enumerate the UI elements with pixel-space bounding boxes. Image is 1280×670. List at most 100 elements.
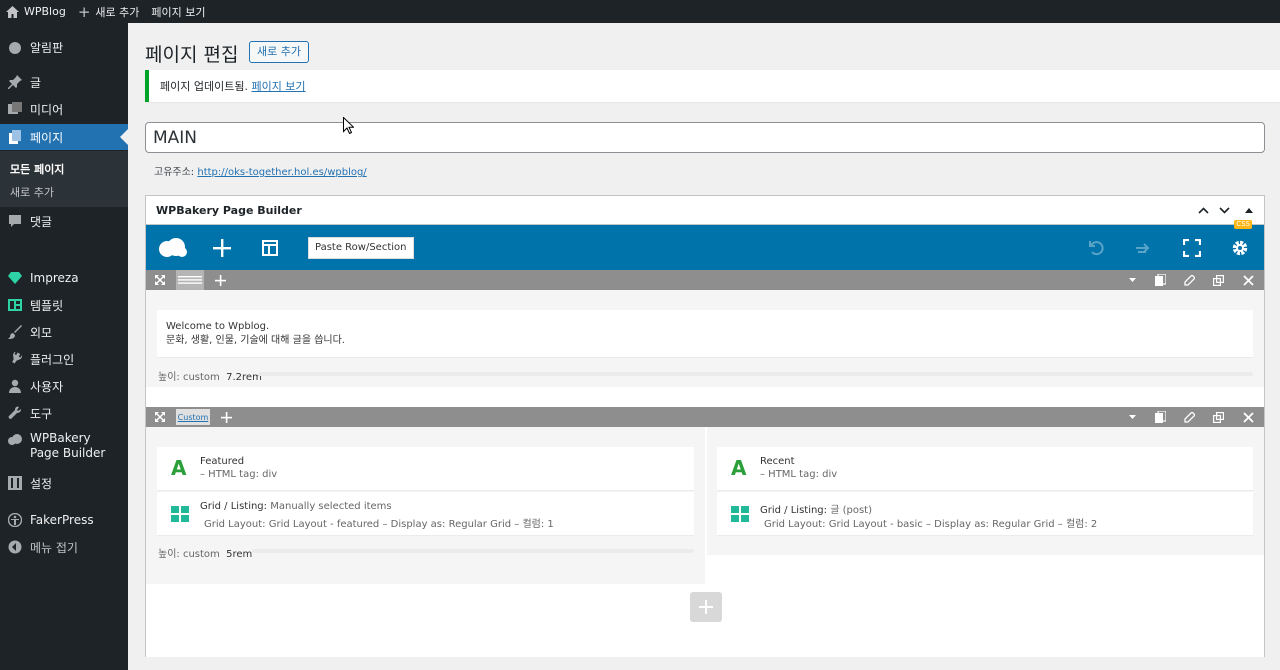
- permalink-url[interactable]: http://oks-together.hol.es/wpblog/: [197, 167, 366, 178]
- recent-heading-element[interactable]: A Recent – HTML tag: div: [717, 447, 1253, 491]
- undo-icon[interactable]: [1084, 225, 1108, 270]
- recent-grid-element[interactable]: Grid / Listing: 글 (post) Grid Layout: Gr…: [717, 492, 1253, 536]
- page-settings-gear-icon[interactable]: CSS: [1228, 220, 1252, 270]
- wpbakery-navbar: Paste Row/Section CSS: [146, 220, 1264, 270]
- row2-height-label: 높이: custom 5rem: [158, 545, 252, 560]
- sidebar-label: 템플릿: [30, 298, 64, 313]
- sidebar-item-wpbakery[interactable]: WPBakery Page Builder: [0, 431, 128, 465]
- heading-a-icon: A: [171, 456, 187, 480]
- sidebar-label: 메뉴 접기: [30, 540, 78, 555]
- sidebar-collapse-menu[interactable]: 메뉴 접기: [0, 534, 128, 560]
- page-title-input[interactable]: [145, 122, 1265, 153]
- row-delete-icon[interactable]: [1240, 270, 1256, 290]
- view-page-link[interactable]: 페이지 보기: [145, 0, 211, 23]
- add-element-icon[interactable]: [210, 225, 234, 270]
- sidebar-label: FakerPress: [30, 513, 94, 527]
- row-duplicate-icon[interactable]: [1210, 407, 1226, 427]
- grid-sub: Grid Layout: Grid Layout - featured – Di…: [204, 519, 554, 530]
- permalink-label: 고유주소:: [154, 167, 195, 178]
- sidebar-item-posts[interactable]: 글: [0, 69, 128, 95]
- sidebar-label: 설정: [30, 476, 53, 491]
- sidebar-label: 댓글: [30, 214, 53, 229]
- paste-row-section-button[interactable]: Paste Row/Section: [308, 237, 414, 259]
- admin-sidebar: 알림판 글 미디어 페이지 모든 페이지 새로 추가 댓글 Impreza 템플…: [0, 23, 128, 670]
- plus-icon: +: [77, 2, 91, 21]
- row-move-icon[interactable]: [152, 270, 168, 290]
- height-value-text: 7.2rem: [226, 372, 262, 383]
- dashboard-icon: [8, 40, 22, 54]
- submenu-all-pages[interactable]: 모든 페이지: [10, 161, 64, 177]
- plus-icon: [699, 600, 713, 614]
- sidebar-item-impreza[interactable]: Impreza: [0, 265, 128, 291]
- heading-title: Recent: [760, 456, 795, 467]
- sidebar-item-plugins[interactable]: 플러그인: [0, 346, 128, 372]
- site-name-link[interactable]: WPBlog: [0, 0, 72, 23]
- heading-sub: – HTML tag: div: [760, 469, 838, 480]
- row-add-column-icon[interactable]: [218, 407, 234, 427]
- row-edit-pencil-icon[interactable]: [1181, 270, 1197, 290]
- sidebar-item-fakerpress[interactable]: FakerPress: [0, 507, 128, 533]
- row-controls: Custom: [146, 407, 1264, 427]
- sidebar-item-users[interactable]: 사용자: [0, 373, 128, 399]
- sidebar-item-comments[interactable]: 댓글: [0, 208, 128, 234]
- toggle-panel-icon[interactable]: [1241, 202, 1257, 218]
- redo-icon[interactable]: [1131, 225, 1155, 270]
- row2-height-bar: [252, 549, 694, 553]
- add-new-page-button[interactable]: 새로 추가: [249, 41, 309, 63]
- row1-height-label: 높이: custom 7.2rem: [158, 368, 262, 383]
- templates-icon[interactable]: [258, 225, 282, 270]
- row-toggle-icon[interactable]: [1124, 407, 1140, 427]
- accessibility-icon: [8, 513, 22, 527]
- builder-row-2: Custom A Featured – HTML tag: div Grid /…: [146, 407, 1264, 587]
- text-block-element[interactable]: Welcome to Wpblog. 문화, 생활, 인물, 기술에 대해 글을…: [157, 310, 1253, 358]
- sidebar-item-appearance[interactable]: 외모: [0, 319, 128, 345]
- grid-listing-icon: [731, 506, 749, 522]
- settings-icon: [8, 476, 22, 490]
- pin-icon: [8, 75, 22, 89]
- builder-row-1: Welcome to Wpblog. 문화, 생활, 인물, 기술에 대해 글을…: [146, 270, 1264, 387]
- sidebar-item-media[interactable]: 미디어: [0, 96, 128, 122]
- notice-text: 페이지 업데이트됨.: [160, 80, 248, 93]
- pages-submenu: 모든 페이지 새로 추가: [0, 151, 128, 207]
- metabox-title: WPBakery Page Builder: [156, 203, 302, 217]
- move-down-icon[interactable]: [1216, 202, 1232, 218]
- height-value-text: 5rem: [226, 549, 253, 560]
- wpbakery-logo-icon[interactable]: [156, 225, 190, 270]
- row-toggle-icon[interactable]: [1124, 270, 1140, 290]
- notice-view-page-link[interactable]: 페이지 보기: [251, 78, 305, 94]
- row-layout-icon[interactable]: [176, 270, 204, 290]
- featured-heading-element[interactable]: A Featured – HTML tag: div: [157, 447, 694, 491]
- row-delete-icon[interactable]: [1240, 407, 1256, 427]
- sidebar-item-settings[interactable]: 설정: [0, 470, 128, 496]
- submenu-add-new[interactable]: 새로 추가: [10, 184, 54, 200]
- wpbakery-canvas: Welcome to Wpblog. 문화, 생활, 인물, 기술에 대해 글을…: [146, 270, 1264, 657]
- template-icon: [8, 298, 22, 312]
- row-clone-icon[interactable]: [1152, 270, 1168, 290]
- sidebar-item-templates[interactable]: 템플릿: [0, 292, 128, 318]
- row-custom-layout[interactable]: Custom: [176, 409, 210, 425]
- row-clone-icon[interactable]: [1152, 407, 1168, 427]
- fullscreen-icon[interactable]: [1180, 225, 1204, 270]
- sidebar-item-pages[interactable]: 페이지: [0, 124, 128, 150]
- wpbakery-metabox: WPBakery Page Builder Paste Row/Section: [145, 195, 1265, 657]
- add-row-button[interactable]: [690, 592, 722, 622]
- grid-sub: Grid Layout: Grid Layout - basic – Displ…: [764, 519, 1098, 530]
- view-page-label: 페이지 보기: [151, 5, 206, 19]
- admin-bar: WPBlog + 새로 추가 페이지 보기: [0, 0, 1280, 23]
- sidebar-label: 미디어: [30, 102, 64, 117]
- row-edit-pencil-icon[interactable]: [1181, 407, 1197, 427]
- updated-notice: 페이지 업데이트됨. 페이지 보기: [145, 70, 1280, 102]
- move-up-icon[interactable]: [1195, 202, 1211, 218]
- row-add-column-icon[interactable]: [212, 270, 228, 290]
- sidebar-label: 사용자: [30, 379, 64, 394]
- new-content-link[interactable]: + 새로 추가: [72, 0, 146, 23]
- sidebar-item-tools[interactable]: 도구: [0, 400, 128, 426]
- row-duplicate-icon[interactable]: [1210, 270, 1226, 290]
- row1-height-bar: [258, 372, 1253, 376]
- row2-column-2: A Recent – HTML tag: div Grid / Listing:…: [707, 427, 1264, 555]
- sidebar-label: 외모: [30, 325, 53, 340]
- featured-grid-element[interactable]: Grid / Listing: Manually selected items …: [157, 492, 694, 536]
- sidebar-item-dashboard[interactable]: 알림판: [0, 34, 128, 60]
- grid-title-line: Grid / Listing: 글 (post): [760, 501, 872, 516]
- row-move-icon[interactable]: [152, 407, 168, 427]
